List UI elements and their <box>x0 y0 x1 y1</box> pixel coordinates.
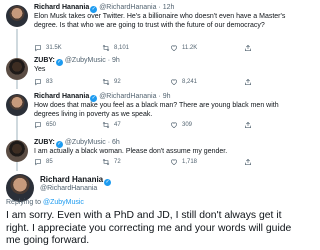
author-handle[interactable]: @RichardHanania · 9h <box>99 93 170 100</box>
tweet-text: How does that make you feel as a black m… <box>34 102 279 118</box>
reply-icon <box>35 122 41 129</box>
replying-to: Replying to @ZubyMusic <box>6 199 84 206</box>
heart-icon <box>170 79 178 86</box>
tweet[interactable]: Richard Hanania ✓ @RichardHanania · 12h E… <box>0 3 300 59</box>
tweet-header: ZUBY: ✓ @ZubyMusic · 6h <box>34 138 120 148</box>
share-button[interactable] <box>244 121 252 129</box>
avatar[interactable] <box>6 58 28 80</box>
retweet-icon <box>102 44 110 52</box>
like-button[interactable]: 1,718 <box>170 158 197 166</box>
main-tweet[interactable]: Richard Hanania ✓ @RichardHanania Replyin… <box>0 172 300 250</box>
tweet-actions: 650 47 309 <box>34 121 274 130</box>
tweet-text: Yes <box>34 66 46 73</box>
like-button[interactable]: 8,241 <box>170 78 197 86</box>
author-name[interactable]: Richard Hanania <box>34 4 89 11</box>
verified-badge-icon: ✓ <box>90 6 98 13</box>
avatar[interactable] <box>6 174 34 202</box>
share-icon <box>245 78 251 85</box>
like-button[interactable]: 309 <box>170 121 192 129</box>
heart-icon <box>170 159 178 166</box>
tweet[interactable]: ZUBY: ✓ @ZubyMusic · 9h Yes 83 92 8,241 <box>0 56 300 90</box>
share-button[interactable] <box>244 78 252 86</box>
like-count: 8,241 <box>182 79 198 85</box>
retweet-icon <box>102 121 110 129</box>
reply-count: 83 <box>46 79 53 85</box>
like-count: 1,718 <box>182 159 198 165</box>
retweet-icon <box>102 78 110 86</box>
reply-icon <box>35 45 41 52</box>
share-icon <box>245 158 251 165</box>
share-icon <box>245 44 251 51</box>
author-handle[interactable]: @ZubyMusic · 6h <box>65 139 120 146</box>
retweet-button[interactable]: 8,101 <box>102 44 129 52</box>
tweet-actions: 31.5K 8,101 11.2K <box>34 44 274 53</box>
author-name[interactable]: Richard Hanania <box>34 93 89 100</box>
tweet-header: ZUBY: ✓ @ZubyMusic · 9h <box>34 56 120 66</box>
author-name[interactable]: ZUBY: <box>34 139 55 146</box>
like-count: 309 <box>182 122 193 128</box>
reply-button[interactable]: 85 <box>34 158 53 166</box>
tweet-actions: 83 92 8,241 <box>34 78 274 87</box>
author-name-text: Richard Hanania <box>40 175 104 184</box>
share-button[interactable] <box>244 158 252 166</box>
share-icon <box>245 121 251 128</box>
avatar[interactable] <box>6 94 28 116</box>
retweet-button[interactable]: 47 <box>102 121 121 129</box>
replying-prefix: Replying to <box>6 199 42 206</box>
author-name[interactable]: ZUBY: <box>34 57 55 64</box>
author-handle[interactable]: @RichardHanania <box>40 185 97 192</box>
tweet-text: I am sorry. Even with a PhD and JD, I st… <box>6 210 292 247</box>
author-handle[interactable]: @RichardHanania · 12h <box>99 4 174 11</box>
verified-badge-icon: ✓ <box>55 59 63 66</box>
retweet-count: 8,101 <box>114 45 130 51</box>
tweet-actions: 85 72 1,718 <box>34 158 274 167</box>
verified-badge-icon: ✓ <box>55 141 63 148</box>
tweet[interactable]: Richard Hanania ✓ @RichardHanania · 9h Ho… <box>0 92 300 140</box>
tweet-header: Richard Hanania ✓ @RichardHanania · 12h <box>34 3 174 13</box>
like-count: 11.2K <box>182 45 198 51</box>
share-button[interactable] <box>244 44 252 52</box>
reply-count: 31.5K <box>46 45 62 51</box>
author-handle[interactable]: @ZubyMusic · 9h <box>65 57 120 64</box>
retweet-button[interactable]: 92 <box>102 78 121 86</box>
retweet-icon <box>102 158 110 166</box>
tweet[interactable]: ZUBY: ✓ @ZubyMusic · 6h I am actually a b… <box>0 138 300 172</box>
retweet-count: 92 <box>114 79 121 85</box>
reply-icon <box>35 159 41 166</box>
replying-to-link[interactable]: @ZubyMusic <box>43 199 84 206</box>
heart-icon <box>170 45 178 52</box>
reply-count: 650 <box>46 122 57 128</box>
tweet-header: Richard Hanania ✓ @RichardHanania · 9h <box>34 92 171 102</box>
retweet-count: 47 <box>114 122 121 128</box>
reply-icon <box>35 79 41 86</box>
verified-badge-icon: ✓ <box>90 95 98 102</box>
retweet-count: 72 <box>114 159 121 165</box>
reply-count: 85 <box>46 159 53 165</box>
tweet-text: Elon Musk takes over Twitter. He's a bil… <box>34 13 286 29</box>
reply-button[interactable]: 31.5K <box>34 44 62 52</box>
reply-button[interactable]: 83 <box>34 78 53 86</box>
like-button[interactable]: 11.2K <box>170 44 197 52</box>
avatar[interactable] <box>6 5 28 27</box>
tweet-text: I am actually a black woman. Please don'… <box>34 148 228 155</box>
reply-button[interactable]: 650 <box>34 121 56 129</box>
heart-icon <box>170 122 178 129</box>
avatar[interactable] <box>6 140 28 162</box>
retweet-button[interactable]: 72 <box>102 158 121 166</box>
verified-badge-icon: ✓ <box>104 179 112 186</box>
